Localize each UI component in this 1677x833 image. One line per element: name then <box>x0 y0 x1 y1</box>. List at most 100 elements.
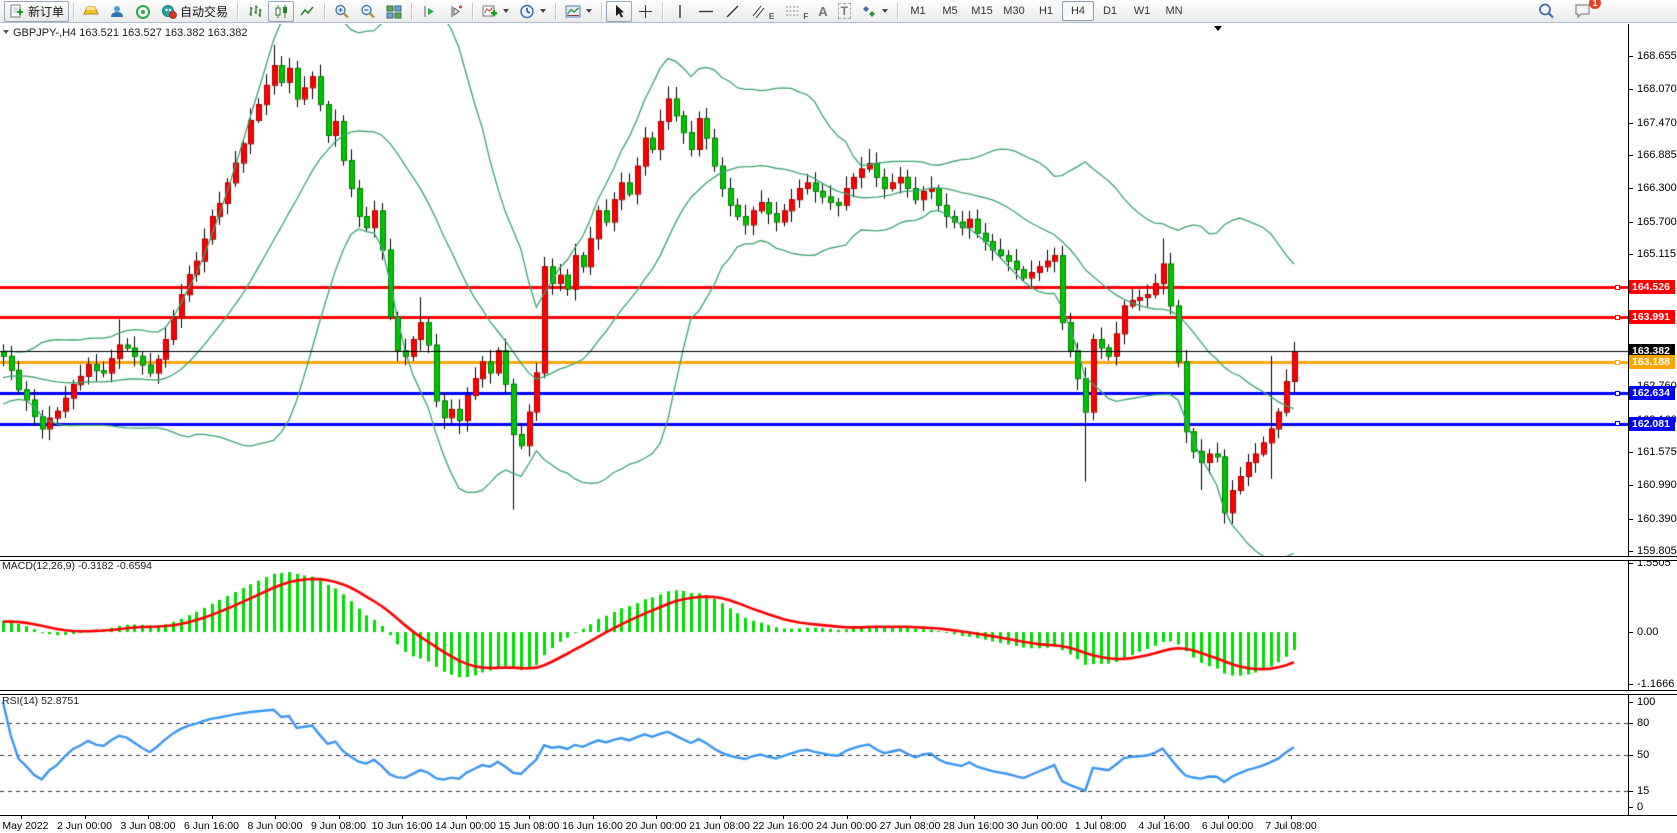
price-axis-tick: 168.655 <box>1637 50 1677 62</box>
time-axis-tick <box>783 816 784 819</box>
time-axis-label: 16 Jun 16:00 <box>562 820 623 832</box>
hline-endpoint[interactable] <box>1615 315 1620 320</box>
time-axis-label: 28 Jun 16:00 <box>943 820 1004 832</box>
hline-endpoint[interactable] <box>1615 360 1620 365</box>
one-click-trading-toggle[interactable] <box>3 30 9 34</box>
bar-chart-icon <box>247 3 263 19</box>
timeframe-button-H1[interactable]: H1 <box>1030 1 1062 21</box>
text-label-tool-icon: T <box>838 3 851 19</box>
time-axis-label: 24 Jun 00:00 <box>816 820 877 832</box>
text-tool-button[interactable]: A <box>813 1 832 22</box>
time-axis-tick <box>275 816 276 819</box>
time-axis-label: 6 Jul 00:00 <box>1202 820 1253 832</box>
timeframe-button-M1[interactable]: M1 <box>902 1 934 21</box>
templates-button[interactable] <box>560 1 597 22</box>
macd-indicator-label: MACD(12,26,9) -0.3182 -0.6594 <box>2 560 152 572</box>
signal-icon <box>135 3 151 19</box>
separator <box>73 3 74 20</box>
periods-button[interactable] <box>514 1 551 22</box>
new-order-icon <box>9 3 25 19</box>
auto-scroll-button[interactable] <box>416 1 442 22</box>
separator <box>555 3 556 20</box>
price-axis-tick: 160.990 <box>1637 479 1677 491</box>
time-axis-tick <box>212 816 213 819</box>
timeframe-button-M30[interactable]: M30 <box>998 1 1030 21</box>
timeframe-button-W1[interactable]: W1 <box>1126 1 1158 21</box>
line-chart-button[interactable] <box>294 1 320 22</box>
rsi-pane-canvas[interactable] <box>0 693 1628 815</box>
indicators-icon <box>482 3 498 19</box>
price-axis-tick: 166.885 <box>1637 149 1677 161</box>
fibonacci-tool-button[interactable]: F <box>779 1 813 22</box>
community-button[interactable] <box>104 1 130 22</box>
text-tool-icon: A <box>818 4 827 19</box>
price-line-badge: 163.188 <box>1629 355 1675 369</box>
new-order-button[interactable]: 新订单 <box>4 1 69 22</box>
notifications-button[interactable]: 1 <box>1569 1 1595 22</box>
timeframe-button-M15[interactable]: M15 <box>966 1 998 21</box>
hline-endpoint[interactable] <box>1615 391 1620 396</box>
separator <box>472 3 473 20</box>
arrows-tool-button[interactable] <box>856 1 893 22</box>
chevron-down-icon <box>882 9 888 13</box>
vertical-line-tool-button[interactable] <box>667 1 693 22</box>
text-label-tool-button[interactable]: T <box>833 1 856 22</box>
timeframe-button-MN[interactable]: MN <box>1158 1 1190 21</box>
trendline-tool-button[interactable] <box>719 1 745 22</box>
indicators-button[interactable] <box>477 1 514 22</box>
zoom-out-button[interactable] <box>355 1 381 22</box>
pane-separator[interactable] <box>0 556 1677 561</box>
main-chart-canvas[interactable] <box>0 24 1628 556</box>
search-button[interactable] <box>1533 1 1559 22</box>
hline-endpoint[interactable] <box>1615 421 1620 426</box>
hline-endpoint[interactable] <box>1615 285 1620 290</box>
cursor-tool-button[interactable] <box>606 1 632 22</box>
price-line-badge: 162.081 <box>1629 417 1675 431</box>
auto-scroll-icon <box>421 3 437 19</box>
time-axis-label: 8 Jun 00:00 <box>248 820 303 832</box>
timeframe-button-M5[interactable]: M5 <box>934 1 966 21</box>
chart-shift-button[interactable] <box>442 1 468 22</box>
line-chart-icon <box>299 3 315 19</box>
equidistant-channel-icon <box>750 3 766 19</box>
price-line-badge: 162.634 <box>1629 386 1675 400</box>
chart-shift-icon <box>447 3 463 19</box>
chat-icon <box>1574 3 1590 19</box>
price-axis-tick: 0 <box>1637 801 1643 813</box>
zoom-in-button[interactable] <box>329 1 355 22</box>
time-axis[interactable]: 1 May 20222 Jun 00:003 Jun 08:006 Jun 16… <box>0 815 1677 833</box>
auto-trading-button[interactable]: 自动交易 <box>156 1 233 22</box>
horizontal-line-tool-button[interactable] <box>693 1 719 22</box>
time-axis-tick <box>1101 816 1102 819</box>
price-axis[interactable]: 168.655168.070167.470166.885166.300165.7… <box>1628 24 1677 815</box>
tile-windows-icon <box>386 3 402 19</box>
chevron-down-icon <box>586 9 592 13</box>
tile-windows-button[interactable] <box>381 1 407 22</box>
toolbar-right-icons: 1 <box>1533 1 1595 22</box>
time-axis-tick <box>529 816 530 819</box>
separator <box>324 3 325 20</box>
chevron-down-icon <box>503 9 509 13</box>
fibonacci-subscript: F <box>803 12 808 21</box>
auto-trading-icon <box>161 3 177 19</box>
timeframe-button-D1[interactable]: D1 <box>1094 1 1126 21</box>
chart-shift-marker[interactable] <box>1214 26 1222 31</box>
signal-button[interactable] <box>130 1 156 22</box>
time-axis-label: 27 Jun 08:00 <box>880 820 941 832</box>
equidistant-channel-tool-button[interactable]: E <box>745 1 779 22</box>
macd-pane-canvas[interactable] <box>0 559 1628 690</box>
pane-separator[interactable] <box>0 690 1677 695</box>
bar-chart-button[interactable] <box>242 1 268 22</box>
time-axis-label: 1 May 2022 <box>0 820 48 832</box>
vertical-line-icon <box>672 3 688 19</box>
price-axis-tick: 0.00 <box>1637 626 1658 638</box>
candlestick-button[interactable] <box>268 1 294 22</box>
price-line-badge: 163.991 <box>1629 310 1675 324</box>
gold-button[interactable] <box>78 1 104 22</box>
auto-trading-label: 自动交易 <box>180 3 228 20</box>
time-axis-tick <box>847 816 848 819</box>
time-axis-tick <box>656 816 657 819</box>
timeframe-button-H4[interactable]: H4 <box>1062 1 1094 21</box>
crosshair-tool-button[interactable] <box>632 1 658 22</box>
time-axis-label: 14 Jun 00:00 <box>435 820 496 832</box>
